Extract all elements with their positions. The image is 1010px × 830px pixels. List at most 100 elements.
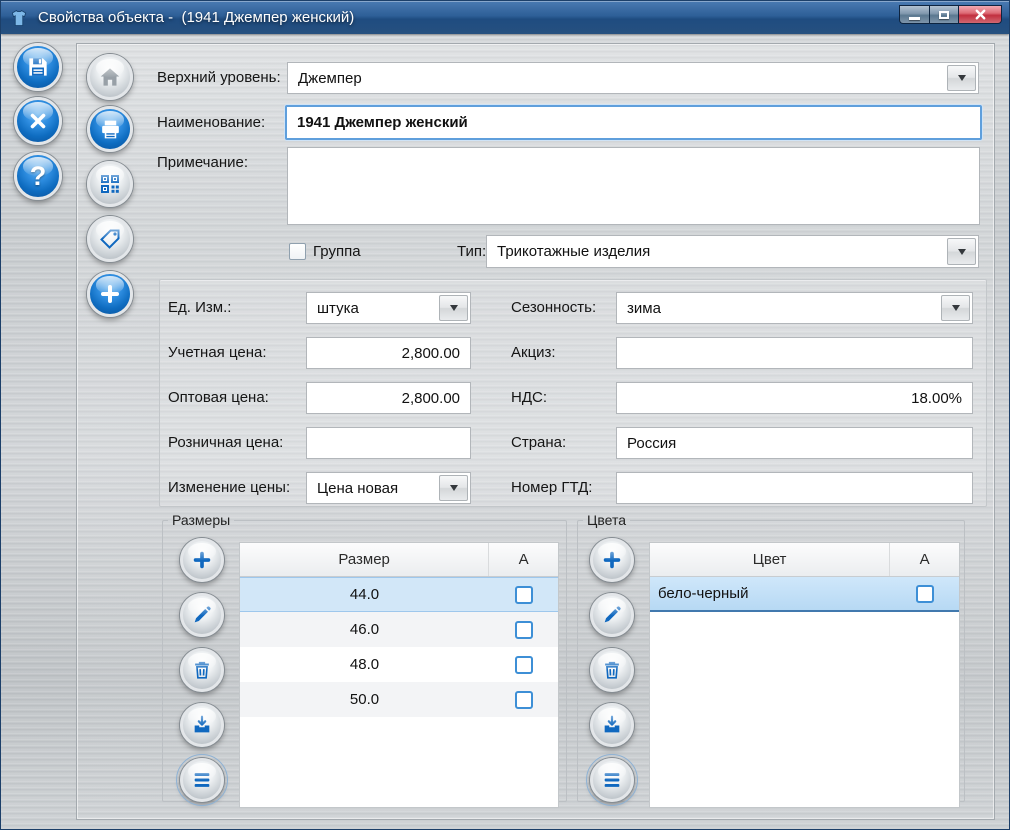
colors-add-button[interactable] bbox=[590, 538, 634, 582]
size-active-checkbox[interactable] bbox=[515, 586, 533, 604]
import-icon bbox=[601, 714, 623, 736]
group-checkbox[interactable] bbox=[289, 243, 306, 260]
retail-price-input[interactable] bbox=[306, 427, 471, 459]
details-box: Ед. Изм.: штука Сезонность: зима Учетная… bbox=[159, 279, 987, 507]
season-label: Сезонность: bbox=[511, 292, 596, 324]
vat-input[interactable] bbox=[616, 382, 973, 414]
vat-label: НДС: bbox=[511, 382, 547, 414]
accounting-price-input[interactable] bbox=[306, 337, 471, 369]
trash-icon bbox=[601, 659, 623, 681]
close-icon bbox=[974, 8, 987, 21]
sizes-col-size-header[interactable]: Размер bbox=[240, 543, 488, 576]
top-level-select[interactable]: Джемпер bbox=[287, 62, 979, 94]
barcode-button[interactable] bbox=[87, 161, 133, 207]
gtd-label: Номер ГТД: bbox=[511, 472, 592, 504]
qrcode-icon bbox=[98, 172, 122, 196]
chevron-down-icon bbox=[958, 249, 966, 255]
colors-col-a-header[interactable]: А bbox=[889, 543, 959, 576]
top-level-dropdown-button[interactable] bbox=[947, 65, 976, 91]
print-button[interactable] bbox=[87, 106, 133, 152]
note-textarea[interactable] bbox=[287, 147, 980, 225]
size-active-checkbox[interactable] bbox=[515, 621, 533, 639]
cancel-button[interactable] bbox=[14, 97, 62, 145]
size-row[interactable]: 48.0 bbox=[240, 647, 558, 682]
home-button[interactable] bbox=[87, 54, 133, 100]
excise-input[interactable] bbox=[616, 337, 973, 369]
save-button[interactable] bbox=[14, 43, 62, 91]
sizes-import-button[interactable] bbox=[180, 703, 224, 747]
color-active-checkbox[interactable] bbox=[916, 585, 934, 603]
add-object-button[interactable] bbox=[87, 271, 133, 317]
colors-list-button[interactable] bbox=[590, 758, 634, 802]
titlebar: Свойства объекта - (1941 Джемпер женский… bbox=[1, 1, 1009, 34]
name-label: Наименование: bbox=[157, 105, 265, 140]
sizes-table: Размер А 44.0 46.0 48.0 50.0 bbox=[239, 542, 559, 808]
size-row[interactable]: 44.0 bbox=[240, 577, 558, 612]
maximize-icon bbox=[939, 11, 949, 19]
chevron-down-icon bbox=[450, 305, 458, 311]
price-change-label: Изменение цены: bbox=[168, 472, 290, 504]
sizes-title: Размеры bbox=[168, 512, 234, 528]
chevron-down-icon bbox=[958, 75, 966, 81]
edit-icon bbox=[601, 604, 623, 626]
close-window-button[interactable] bbox=[958, 5, 1002, 24]
country-label: Страна: bbox=[511, 427, 566, 459]
colors-col-color-header[interactable]: Цвет bbox=[650, 543, 889, 576]
top-level-label: Верхний уровень: bbox=[157, 62, 281, 94]
size-value: 46.0 bbox=[240, 621, 489, 638]
help-button[interactable]: ? bbox=[14, 152, 62, 200]
help-icon: ? bbox=[30, 163, 47, 190]
unit-label: Ед. Изм.: bbox=[168, 292, 231, 324]
color-row[interactable]: бело-черный bbox=[650, 577, 959, 612]
sizes-table-header: Размер А bbox=[240, 543, 558, 577]
gtd-input[interactable] bbox=[616, 472, 973, 504]
colors-delete-button[interactable] bbox=[590, 648, 634, 692]
excise-label: Акциз: bbox=[511, 337, 556, 369]
sizes-groupbox: Размеры bbox=[162, 512, 567, 802]
sizes-list-button[interactable] bbox=[180, 758, 224, 802]
price-change-dropdown-button[interactable] bbox=[439, 475, 468, 501]
type-dropdown-button[interactable] bbox=[947, 238, 976, 265]
window-title: Свойства объекта - (1941 Джемпер женский… bbox=[38, 9, 899, 26]
size-active-checkbox[interactable] bbox=[515, 656, 533, 674]
sizes-add-button[interactable] bbox=[180, 538, 224, 582]
tag-button[interactable] bbox=[87, 216, 133, 262]
sizes-edit-button[interactable] bbox=[180, 593, 224, 637]
group-label: Группа bbox=[313, 235, 361, 268]
printer-icon bbox=[98, 117, 123, 142]
color-value: бело-черный bbox=[650, 585, 890, 602]
list-icon bbox=[601, 769, 623, 791]
colors-title: Цвета bbox=[583, 512, 630, 528]
type-label: Тип: bbox=[457, 235, 486, 268]
chevron-down-icon bbox=[952, 305, 960, 311]
maximize-button[interactable] bbox=[929, 5, 958, 24]
accounting-price-label: Учетная цена: bbox=[168, 337, 267, 369]
import-icon bbox=[191, 714, 213, 736]
name-input[interactable] bbox=[285, 105, 982, 140]
minimize-button[interactable] bbox=[899, 5, 929, 24]
size-row[interactable]: 46.0 bbox=[240, 612, 558, 647]
size-active-checkbox[interactable] bbox=[515, 691, 533, 709]
sizes-delete-button[interactable] bbox=[180, 648, 224, 692]
season-dropdown-button[interactable] bbox=[941, 295, 970, 321]
colors-import-button[interactable] bbox=[590, 703, 634, 747]
tag-icon bbox=[98, 227, 122, 251]
home-icon bbox=[97, 64, 123, 90]
colors-edit-button[interactable] bbox=[590, 593, 634, 637]
edit-icon bbox=[191, 604, 213, 626]
window-controls bbox=[899, 5, 1002, 24]
plus-icon bbox=[601, 549, 623, 571]
type-select[interactable]: Трикотажные изделия bbox=[486, 235, 979, 268]
size-row[interactable]: 50.0 bbox=[240, 682, 558, 717]
unit-select[interactable]: штука bbox=[306, 292, 471, 324]
season-select[interactable]: зима bbox=[616, 292, 973, 324]
app-icon bbox=[8, 7, 30, 29]
colors-table: Цвет А бело-черный bbox=[649, 542, 960, 808]
save-icon bbox=[25, 54, 51, 80]
size-value: 44.0 bbox=[240, 586, 489, 603]
price-change-select[interactable]: Цена новая bbox=[306, 472, 471, 504]
country-input[interactable] bbox=[616, 427, 973, 459]
wholesale-price-input[interactable] bbox=[306, 382, 471, 414]
unit-dropdown-button[interactable] bbox=[439, 295, 468, 321]
sizes-col-a-header[interactable]: А bbox=[488, 543, 558, 576]
